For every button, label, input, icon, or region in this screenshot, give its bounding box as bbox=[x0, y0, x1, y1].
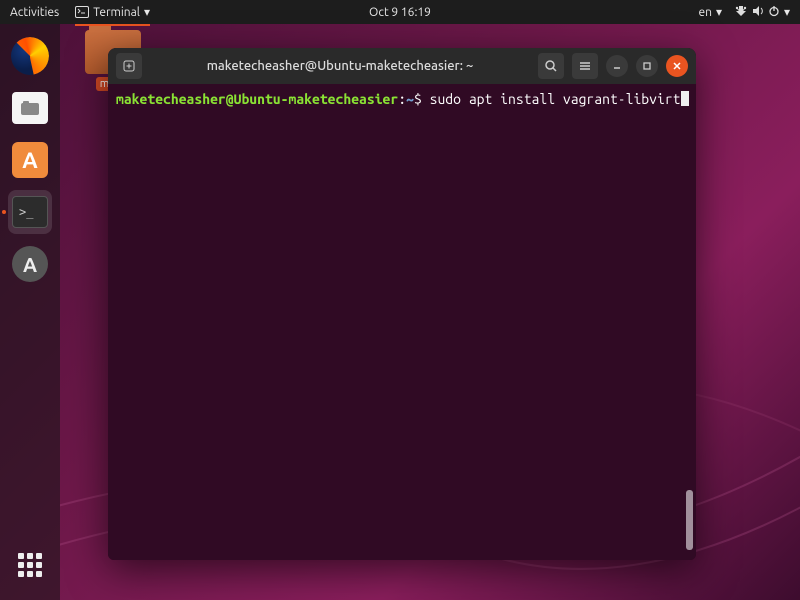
files-icon bbox=[12, 92, 48, 124]
updater-icon: A bbox=[12, 246, 48, 282]
software-center-icon: A bbox=[12, 142, 48, 178]
terminal-window: maketecheasher@Ubuntu-maketecheasier: ~ … bbox=[108, 48, 696, 560]
system-menu[interactable]: ▾ bbox=[734, 5, 790, 20]
firefox-app[interactable] bbox=[8, 34, 52, 78]
activities-button[interactable]: Activities bbox=[10, 6, 59, 19]
active-app-label: Terminal bbox=[93, 6, 140, 19]
panel-right: en ▾ ▾ bbox=[698, 5, 790, 20]
apps-grid-icon bbox=[18, 553, 42, 577]
panel-datetime[interactable]: Oct 9 16:19 bbox=[369, 6, 431, 19]
prompt-userhost: maketecheasher@Ubuntu-maketecheasier bbox=[116, 91, 398, 107]
search-icon bbox=[544, 59, 558, 73]
sound-icon bbox=[752, 5, 764, 20]
command-input: sudo apt install vagrant-libvirt bbox=[430, 91, 681, 107]
running-indicator bbox=[2, 210, 6, 214]
prompt-symbol: $ bbox=[414, 91, 422, 107]
window-title: maketecheasher@Ubuntu-maketecheasier: ~ bbox=[150, 59, 530, 73]
search-button[interactable] bbox=[538, 53, 564, 79]
terminal-indicator-icon bbox=[75, 6, 89, 18]
chevron-down-icon: ▾ bbox=[716, 5, 722, 19]
text-cursor bbox=[681, 91, 689, 106]
terminal-icon: >_ bbox=[12, 196, 48, 228]
dock: A >_ A bbox=[0, 24, 60, 600]
close-icon bbox=[672, 61, 682, 71]
new-tab-button[interactable] bbox=[116, 53, 142, 79]
chevron-down-icon: ▾ bbox=[144, 5, 150, 19]
command-text bbox=[422, 91, 430, 107]
minimize-button[interactable] bbox=[606, 55, 628, 77]
close-button[interactable] bbox=[666, 55, 688, 77]
chevron-down-icon: ▾ bbox=[784, 5, 790, 19]
firefox-icon bbox=[11, 37, 49, 75]
terminal-titlebar[interactable]: maketecheasher@Ubuntu-maketecheasier: ~ bbox=[108, 48, 696, 84]
active-app-indicator[interactable]: Terminal ▾ bbox=[75, 5, 150, 19]
language-label: en bbox=[698, 6, 711, 19]
prompt-separator: : bbox=[398, 91, 406, 107]
input-language[interactable]: en ▾ bbox=[698, 5, 722, 19]
show-applications-button[interactable] bbox=[8, 550, 52, 594]
scrollbar-thumb[interactable] bbox=[686, 490, 693, 550]
prompt-line: maketecheasher@Ubuntu-maketecheasier:~$ … bbox=[116, 90, 688, 109]
power-icon bbox=[768, 5, 780, 20]
panel-left: Activities Terminal ▾ bbox=[10, 5, 150, 19]
terminal-body[interactable]: maketecheasher@Ubuntu-maketecheasier:~$ … bbox=[108, 84, 696, 560]
software-app[interactable]: A bbox=[8, 138, 52, 182]
software-updater-app[interactable]: A bbox=[8, 242, 52, 286]
new-tab-icon bbox=[122, 59, 136, 73]
minimize-icon bbox=[612, 61, 622, 71]
hamburger-icon bbox=[578, 59, 592, 73]
files-app[interactable] bbox=[8, 86, 52, 130]
hamburger-menu-button[interactable] bbox=[572, 53, 598, 79]
prompt-path: ~ bbox=[406, 91, 414, 107]
maximize-icon bbox=[642, 61, 652, 71]
terminal-app[interactable]: >_ bbox=[8, 190, 52, 234]
network-icon bbox=[734, 5, 748, 20]
maximize-button[interactable] bbox=[636, 55, 658, 77]
top-panel: Activities Terminal ▾ Oct 9 16:19 en ▾ ▾ bbox=[0, 0, 800, 24]
